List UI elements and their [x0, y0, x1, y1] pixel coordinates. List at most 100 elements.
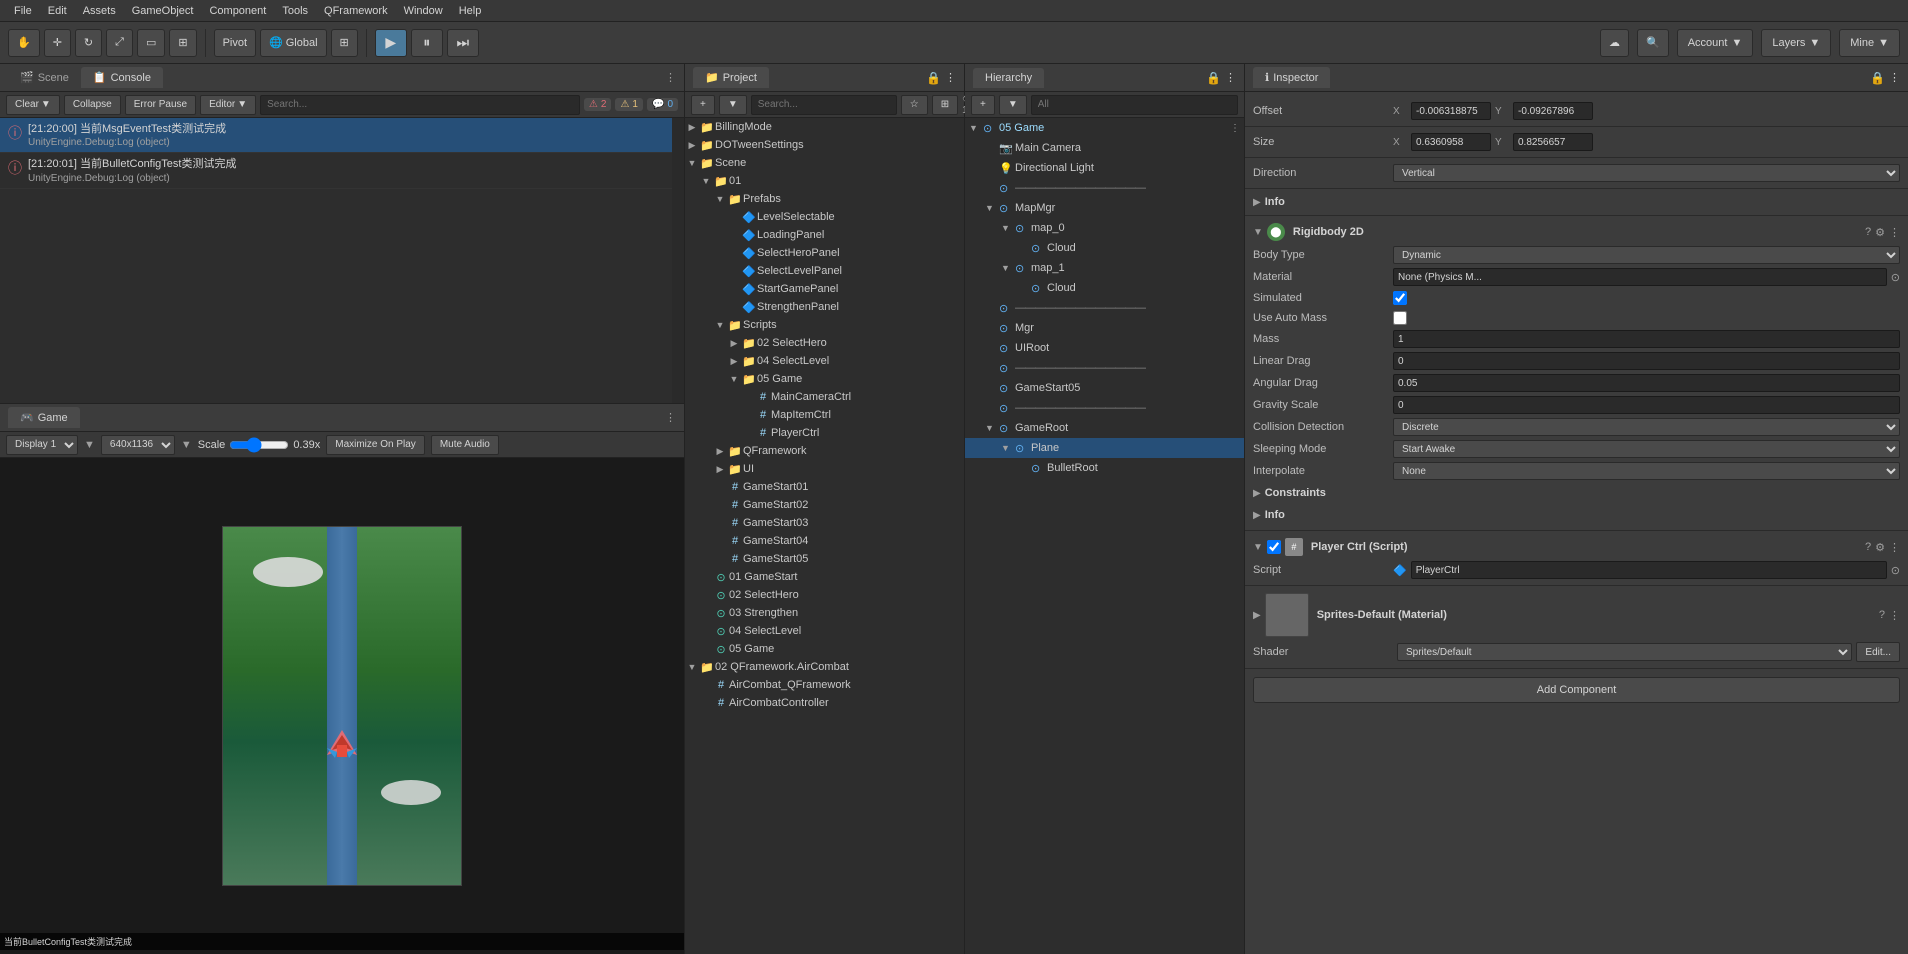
project-import-button[interactable]: ▼: [719, 95, 747, 115]
project-lock-icon[interactable]: 🔒: [926, 71, 941, 85]
playerctrl-menu-icon[interactable]: ⋮: [1889, 541, 1900, 554]
tree-strengthenpanel[interactable]: 🔷 StrengthenPanel: [685, 298, 964, 316]
tree-selectheropanel[interactable]: 🔷 SelectHeroPanel: [685, 244, 964, 262]
cloud-button[interactable]: ☁: [1600, 29, 1629, 57]
size-y-input[interactable]: [1513, 133, 1593, 151]
menu-gameobject[interactable]: GameObject: [124, 5, 202, 17]
rect-tool[interactable]: ▭: [137, 29, 165, 57]
resolution-select[interactable]: 640x1136: [101, 435, 175, 455]
tab-console[interactable]: 📋 Console: [81, 67, 163, 88]
info-badge[interactable]: 💬 0: [647, 98, 678, 111]
insp-info-header[interactable]: ▶ Info: [1253, 193, 1900, 211]
size-x-input[interactable]: [1411, 133, 1491, 151]
h-gamestart05[interactable]: ⊙ GameStart05: [965, 378, 1244, 398]
interpolate-select[interactable]: None Interpolate: [1393, 462, 1900, 480]
error-badge[interactable]: ⚠ 2: [584, 98, 612, 111]
account-button[interactable]: Account ▼: [1677, 29, 1754, 57]
script-input[interactable]: [1411, 561, 1887, 579]
tab-scene[interactable]: 🎬 Scene: [8, 67, 81, 88]
tree-selectlevelpanel[interactable]: 🔷 SelectLevelPanel: [685, 262, 964, 280]
project-search-input[interactable]: [751, 95, 897, 115]
tree-mapitemctrl[interactable]: # MapItemCtrl: [685, 406, 964, 424]
tree-gamestart03[interactable]: # GameStart03: [685, 514, 964, 532]
tree-startgamepanel[interactable]: 🔷 StartGamePanel: [685, 280, 964, 298]
hierarchy-panel-menu[interactable]: ⋮: [1225, 71, 1236, 84]
tree-05game-scripts[interactable]: ▼ 📁 05 Game: [685, 370, 964, 388]
h-plane[interactable]: ▼ ⊙ Plane: [965, 438, 1244, 458]
scale-slider[interactable]: [229, 437, 289, 453]
layers-button[interactable]: Layers ▼: [1761, 29, 1831, 57]
angulardrag-input[interactable]: [1393, 374, 1900, 392]
rotate-tool[interactable]: ↻: [75, 29, 102, 57]
automass-checkbox[interactable]: [1393, 311, 1407, 325]
offset-y-input[interactable]: [1513, 102, 1593, 120]
display-select[interactable]: Display 1: [6, 435, 78, 455]
menu-window[interactable]: Window: [396, 5, 451, 17]
simulated-checkbox[interactable]: [1393, 291, 1407, 305]
project-sort-button[interactable]: ⊞: [932, 95, 958, 115]
tree-billingmode[interactable]: ▶ 📁 BillingMode: [685, 118, 964, 136]
h-05game-menu[interactable]: ⋮: [1230, 123, 1240, 134]
tree-01[interactable]: ▼ 📁 01: [685, 172, 964, 190]
menu-tools[interactable]: Tools: [274, 5, 316, 17]
step-button[interactable]: ⏭: [447, 29, 479, 57]
collisiondet-select[interactable]: Discrete Continuous: [1393, 418, 1900, 436]
mass-input[interactable]: [1393, 330, 1900, 348]
tree-dotween[interactable]: ▶ 📁 DOTweenSettings: [685, 136, 964, 154]
hierarchy-add-button[interactable]: +: [971, 95, 995, 115]
hierarchy-add-arrow[interactable]: ▼: [999, 95, 1027, 115]
insp-material-section-header[interactable]: ▶ Sprites-Default (Material) ? ⋮: [1253, 590, 1900, 640]
tree-levelselectable[interactable]: 🔷 LevelSelectable: [685, 208, 964, 226]
menu-file[interactable]: File: [6, 5, 40, 17]
play-button[interactable]: ▶: [375, 29, 407, 57]
gravityscale-input[interactable]: [1393, 396, 1900, 414]
mine-button[interactable]: Mine ▼: [1839, 29, 1900, 57]
pivot-button[interactable]: Pivot: [214, 29, 256, 57]
tree-loadingpanel[interactable]: 🔷 LoadingPanel: [685, 226, 964, 244]
tree-02selecthero-scene[interactable]: ⊙ 02 SelectHero: [685, 586, 964, 604]
inspector-lock-icon[interactable]: 🔒: [1870, 71, 1885, 85]
material-picker-icon[interactable]: ⊙: [1891, 271, 1900, 284]
add-component-button[interactable]: Add Component: [1253, 677, 1900, 703]
h-gameroot[interactable]: ▼ ⊙ GameRoot: [965, 418, 1244, 438]
tree-05game-scene[interactable]: ⊙ 05 Game: [685, 640, 964, 658]
h-uiroot[interactable]: ⊙ UIRoot: [965, 338, 1244, 358]
tree-ui[interactable]: ▶ 📁 UI: [685, 460, 964, 478]
hierarchy-search-input[interactable]: [1031, 95, 1238, 115]
menu-help[interactable]: Help: [451, 5, 490, 17]
tab-project[interactable]: 📁 Project: [693, 67, 769, 88]
global-button[interactable]: 🌐 Global: [260, 29, 327, 57]
bodytype-select[interactable]: Dynamic Kinematic Static: [1393, 246, 1900, 264]
mute-audio-button[interactable]: Mute Audio: [431, 435, 499, 455]
pause-button[interactable]: ⏸: [411, 29, 443, 57]
rigidbody-help-icon[interactable]: ?: [1865, 226, 1871, 239]
tree-01gamestart-scene[interactable]: ⊙ 01 GameStart: [685, 568, 964, 586]
warn-badge[interactable]: ⚠ 1: [615, 98, 643, 111]
h-directional-light[interactable]: 💡 Directional Light: [965, 158, 1244, 178]
hierarchy-lock-icon[interactable]: 🔒: [1206, 71, 1221, 85]
tree-scene[interactable]: ▼ 📁 Scene: [685, 154, 964, 172]
tree-02selecthero[interactable]: ▶ 📁 02 SelectHero: [685, 334, 964, 352]
menu-assets[interactable]: Assets: [75, 5, 124, 17]
insp-constraints-header[interactable]: ▶ Constraints: [1253, 484, 1900, 502]
collapse-button[interactable]: Collapse: [64, 95, 121, 115]
tree-scripts[interactable]: ▼ 📁 Scripts: [685, 316, 964, 334]
tree-gamestart02[interactable]: # GameStart02: [685, 496, 964, 514]
direction-select[interactable]: Vertical Horizontal: [1393, 164, 1900, 182]
h-05game[interactable]: ▼ ⊙ 05 Game ⋮: [965, 118, 1244, 138]
clear-button[interactable]: Clear ▼: [6, 95, 60, 115]
console-scrollbar[interactable]: [672, 118, 684, 403]
sleepingmode-select[interactable]: Start Awake Never Sleep: [1393, 440, 1900, 458]
h-main-camera[interactable]: 📷 Main Camera: [965, 138, 1244, 158]
h-mapmgr[interactable]: ▼ ⊙ MapMgr: [965, 198, 1244, 218]
scale-tool[interactable]: ⤢: [106, 29, 133, 57]
search-button[interactable]: 🔍: [1637, 29, 1669, 57]
tab-hierarchy[interactable]: Hierarchy: [973, 68, 1044, 88]
rigidbody-menu-icon[interactable]: ⋮: [1889, 226, 1900, 239]
tab-game[interactable]: 🎮 Game: [8, 407, 80, 428]
project-filter-button[interactable]: ☆: [901, 95, 928, 115]
h-map0[interactable]: ▼ ⊙ map_0: [965, 218, 1244, 238]
tree-aircombatcontroller[interactable]: # AirCombatController: [685, 694, 964, 712]
extra-tool[interactable]: ⊞: [331, 29, 358, 57]
tree-gamestart05[interactable]: # GameStart05: [685, 550, 964, 568]
